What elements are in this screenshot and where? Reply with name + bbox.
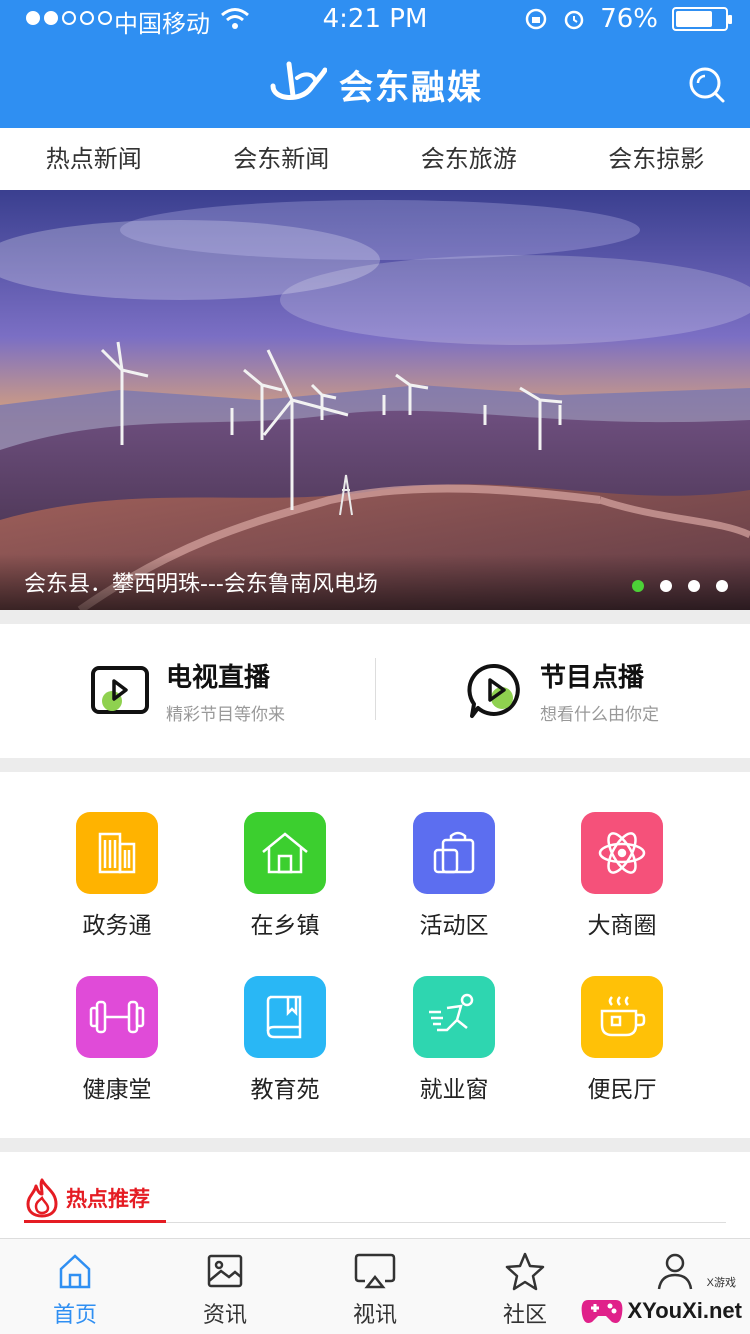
user-icon <box>657 1253 693 1290</box>
tab-huidong-gallery[interactable]: 会东掠影 <box>563 128 750 190</box>
watermark: XYouXi.net <box>580 1294 743 1328</box>
carousel-dot[interactable] <box>716 580 728 592</box>
hot-recommend-header[interactable]: 热点推荐 <box>24 1178 150 1218</box>
tile-bg <box>581 812 663 894</box>
carousel-dot[interactable] <box>660 580 672 592</box>
vod-title: 节目点播 <box>540 663 645 693</box>
carousel-indicators <box>632 580 728 592</box>
grid-item-government[interactable]: 政务通 <box>37 812 197 952</box>
coffee-cup-icon <box>600 996 646 1037</box>
tab-hot-news[interactable]: 热点新闻 <box>0 128 188 190</box>
banner-image <box>0 190 750 610</box>
gamepad-icon <box>581 1300 622 1323</box>
tab-huidong-travel[interactable]: 会东旅游 <box>375 128 563 190</box>
house-icon <box>262 832 308 874</box>
banner-caption: 会东县．攀西明珠---会东鲁南风电场 <box>24 572 378 597</box>
nav-community-label: 社区 <box>502 1303 547 1328</box>
media-entry-row: 电视直播 精彩节目等你来 节目点播 想看什么由你定 <box>0 624 750 758</box>
status-bar: 中国移动 4:21 PM 76% <box>0 0 750 40</box>
book-icon <box>266 995 302 1039</box>
nav-video-label: 视讯 <box>352 1303 397 1328</box>
bag-icon <box>433 831 475 874</box>
flame-icon <box>26 1178 58 1218</box>
runner-icon <box>429 993 474 1032</box>
rotation-lock-icon <box>525 8 547 30</box>
search-icon[interactable] <box>688 66 726 104</box>
nav-video[interactable]: 视讯 <box>300 1239 450 1334</box>
grid-label: 就业窗 <box>419 1077 489 1103</box>
app-brand: 会东融媒 <box>0 56 750 112</box>
dumbbell-icon <box>89 1000 145 1034</box>
nav-home-label: 首页 <box>52 1303 97 1328</box>
battery-icon <box>672 7 732 31</box>
grid-item-activity[interactable]: 活动区 <box>374 812 534 952</box>
category-tabs: 热点新闻 会东新闻 会东旅游 会东掠影 <box>0 128 750 190</box>
tile-bg <box>413 812 495 894</box>
atom-icon <box>598 832 646 874</box>
grid-label: 健康堂 <box>82 1077 152 1103</box>
vod-play-icon <box>467 663 520 718</box>
vod-button[interactable]: 节目点播 想看什么由你定 <box>375 624 750 758</box>
tv-live-icon <box>91 666 149 714</box>
hot-recommend-title: 热点推荐 <box>66 1187 150 1211</box>
airplay-icon <box>354 1253 396 1289</box>
grid-label: 政务通 <box>82 913 152 939</box>
alarm-icon <box>564 10 584 30</box>
tile-bg <box>76 812 158 894</box>
tv-live-button[interactable]: 电视直播 精彩节目等你来 <box>0 624 375 758</box>
watermark-text: XYouXi.net <box>627 1298 743 1323</box>
brand-logo-icon <box>270 61 327 100</box>
grid-label: 便民厅 <box>587 1077 657 1103</box>
grid-label: 大商圈 <box>587 913 657 939</box>
app-title: 会东融媒 <box>339 67 483 108</box>
home-icon <box>59 1254 91 1289</box>
carousel-dot[interactable] <box>688 580 700 592</box>
grid-item-health[interactable]: 健康堂 <box>37 976 197 1116</box>
grid-label: 教育苑 <box>250 1077 320 1103</box>
star-icon <box>505 1252 545 1291</box>
image-icon <box>207 1254 243 1288</box>
grid-item-employment[interactable]: 就业窗 <box>374 976 534 1116</box>
service-grid: 政务通 在乡镇 活动区 大商圈 健康堂 教育苑 就业窗 便民厅 <box>0 772 750 1138</box>
grid-item-service-hall[interactable]: 便民厅 <box>542 976 702 1116</box>
building-icon <box>98 832 136 874</box>
banner-carousel[interactable]: 会东县．攀西明珠---会东鲁南风电场 <box>0 190 750 610</box>
tab-huidong-news[interactable]: 会东新闻 <box>188 128 376 190</box>
watermark-small: X游戏 <box>706 1277 736 1289</box>
carousel-dot[interactable] <box>632 580 644 592</box>
section-divider <box>0 758 750 772</box>
hot-underline <box>24 1220 166 1223</box>
nav-community[interactable]: 社区 <box>450 1239 600 1334</box>
tile-bg <box>244 812 326 894</box>
tile-bg <box>244 976 326 1058</box>
grid-label: 在乡镇 <box>250 913 320 939</box>
section-divider <box>0 610 750 624</box>
grid-label: 活动区 <box>419 913 489 939</box>
tile-bg <box>76 976 158 1058</box>
tv-live-title: 电视直播 <box>166 663 271 693</box>
nav-news[interactable]: 资讯 <box>150 1239 300 1334</box>
grid-item-township[interactable]: 在乡镇 <box>205 812 365 952</box>
nav-home[interactable]: 首页 <box>0 1239 150 1334</box>
tile-bg <box>581 976 663 1058</box>
grid-item-education[interactable]: 教育苑 <box>205 976 365 1116</box>
nav-news-label: 资讯 <box>202 1303 247 1328</box>
hot-recommend-section: 热点推荐 <box>0 1152 750 1242</box>
tv-live-subtitle: 精彩节目等你来 <box>166 705 285 725</box>
vod-subtitle: 想看什么由你定 <box>540 705 659 725</box>
battery-percent: 76% <box>600 4 658 34</box>
top-bar: 中国移动 4:21 PM 76% 会东融媒 <box>0 0 750 128</box>
section-divider <box>0 1138 750 1152</box>
grid-item-commerce[interactable]: 大商圈 <box>542 812 702 952</box>
tile-bg <box>413 976 495 1058</box>
